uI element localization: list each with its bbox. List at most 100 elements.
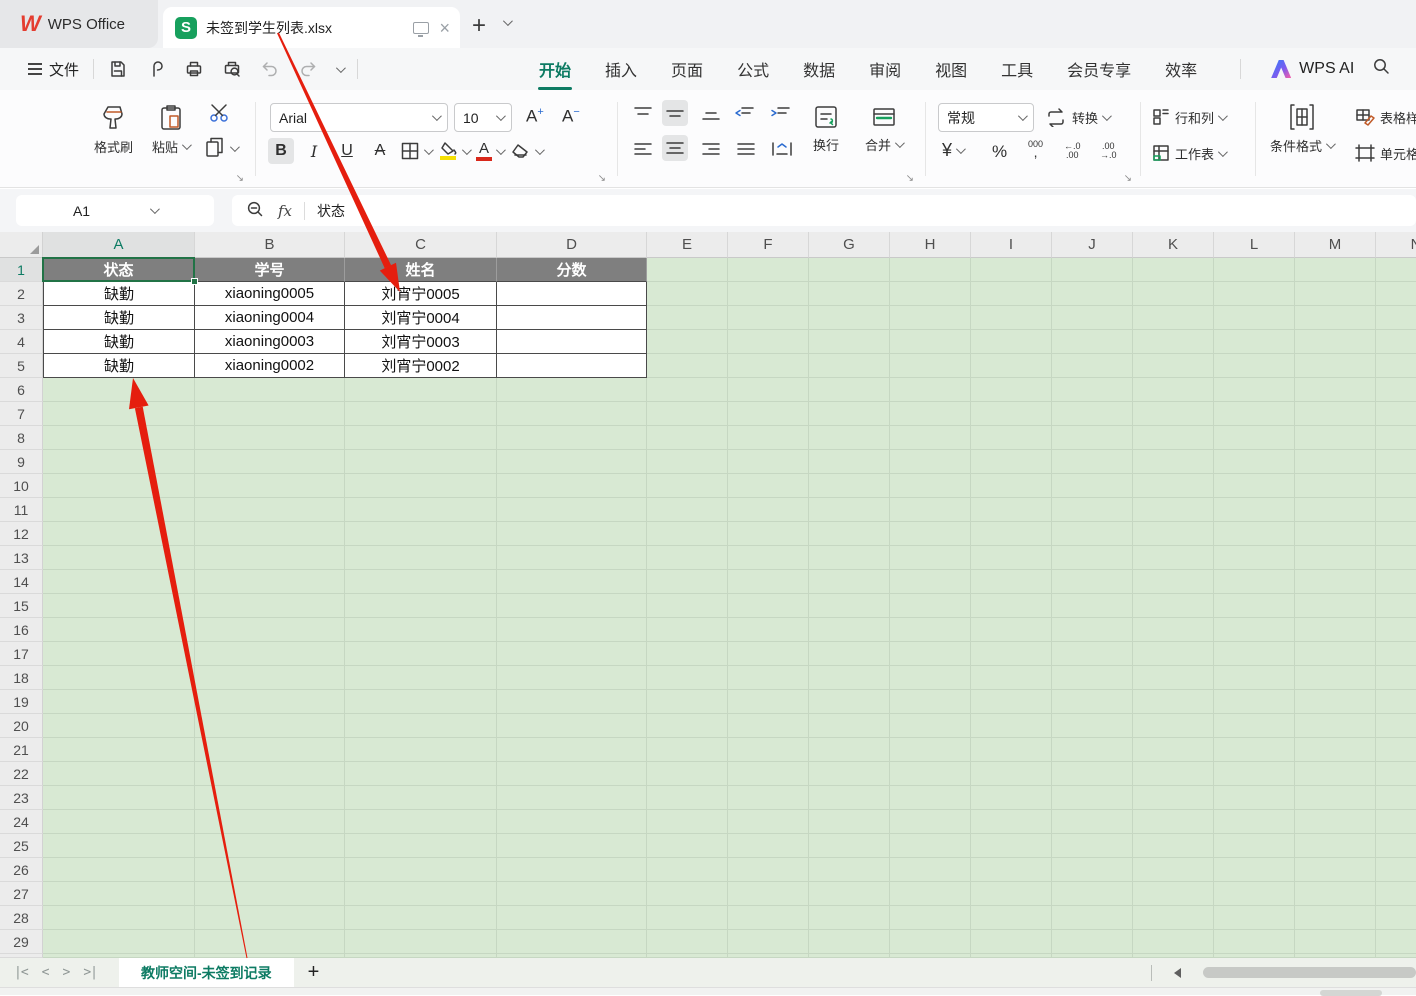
row-header-7[interactable]: 7 [0,402,43,426]
cell-B23[interactable] [195,786,345,810]
cell-E5[interactable] [647,354,728,378]
cell-F20[interactable] [728,714,809,738]
row-header-12[interactable]: 12 [0,522,43,546]
cell-G14[interactable] [809,570,890,594]
sheet-tab-active[interactable]: 教师空间-未签到记录 [119,958,294,987]
cell-J15[interactable] [1052,594,1133,618]
copy-button[interactable] [204,136,237,160]
column-header-N[interactable]: N [1376,232,1416,258]
cell-K5[interactable] [1133,354,1214,378]
cell-E25[interactable] [647,834,728,858]
cell-H8[interactable] [890,426,971,450]
cell-B3[interactable]: xiaoning0004 [195,306,345,330]
cell-C26[interactable] [345,858,497,882]
row-header-23[interactable]: 23 [0,786,43,810]
cell-J6[interactable] [1052,378,1133,402]
column-header-J[interactable]: J [1052,232,1133,258]
cell-I20[interactable] [971,714,1052,738]
font-dialog-launcher-icon[interactable]: ↘ [598,173,606,184]
cell-I8[interactable] [971,426,1052,450]
paste-button[interactable]: 粘贴 [152,103,189,156]
column-header-L[interactable]: L [1214,232,1295,258]
cell-F10[interactable] [728,474,809,498]
row-header-20[interactable]: 20 [0,714,43,738]
row-header-29[interactable]: 29 [0,930,43,954]
convert-button[interactable]: 转换 [1044,107,1109,127]
cell-F15[interactable] [728,594,809,618]
export-pdf-icon[interactable] [146,59,166,79]
cell-M10[interactable] [1295,474,1376,498]
cell-C28[interactable] [345,906,497,930]
align-middle-icon[interactable] [662,100,688,126]
cell-I18[interactable] [971,666,1052,690]
cell-E17[interactable] [647,642,728,666]
cell-G12[interactable] [809,522,890,546]
cell-J21[interactable] [1052,738,1133,762]
cell-J26[interactable] [1052,858,1133,882]
cell-F9[interactable] [728,450,809,474]
cell-F21[interactable] [728,738,809,762]
cell-D1[interactable]: 分数 [497,258,647,282]
cell-G20[interactable] [809,714,890,738]
row-header-26[interactable]: 26 [0,858,43,882]
cell-E15[interactable] [647,594,728,618]
cell-B18[interactable] [195,666,345,690]
cell-H5[interactable] [890,354,971,378]
cell-K24[interactable] [1133,810,1214,834]
row-header-13[interactable]: 13 [0,546,43,570]
cell-L8[interactable] [1214,426,1295,450]
cell-L25[interactable] [1214,834,1295,858]
cell-C14[interactable] [345,570,497,594]
cell-I17[interactable] [971,642,1052,666]
cell-N3[interactable] [1376,306,1416,330]
cell-H29[interactable] [890,930,971,954]
cell-J17[interactable] [1052,642,1133,666]
cell-A14[interactable] [43,570,195,594]
cell-I14[interactable] [971,570,1052,594]
cell-C12[interactable] [345,522,497,546]
print-icon[interactable] [184,59,204,79]
cell-K28[interactable] [1133,906,1214,930]
cell-M2[interactable] [1295,282,1376,306]
cell-B25[interactable] [195,834,345,858]
cell-A20[interactable] [43,714,195,738]
row-header-8[interactable]: 8 [0,426,43,450]
cell-B9[interactable] [195,450,345,474]
cell-K17[interactable] [1133,642,1214,666]
ribbon-tab-开始[interactable]: 开始 [522,49,588,89]
cell-E23[interactable] [647,786,728,810]
cell-N2[interactable] [1376,282,1416,306]
cell-C27[interactable] [345,882,497,906]
cell-J19[interactable] [1052,690,1133,714]
cell-E8[interactable] [647,426,728,450]
select-all-corner[interactable] [0,232,43,258]
cell-E7[interactable] [647,402,728,426]
cell-K21[interactable] [1133,738,1214,762]
cell-J4[interactable] [1052,330,1133,354]
cell-N28[interactable] [1376,906,1416,930]
cell-F2[interactable] [728,282,809,306]
cell-M25[interactable] [1295,834,1376,858]
underline-button[interactable]: U [334,138,360,164]
cell-L10[interactable] [1214,474,1295,498]
cell-N24[interactable] [1376,810,1416,834]
cell-H4[interactable] [890,330,971,354]
cell-C8[interactable] [345,426,497,450]
font-name-combo[interactable]: Arial [270,103,448,132]
cell-J22[interactable] [1052,762,1133,786]
cell-I19[interactable] [971,690,1052,714]
cell-C6[interactable] [345,378,497,402]
cell-L13[interactable] [1214,546,1295,570]
cell-G27[interactable] [809,882,890,906]
row-header-21[interactable]: 21 [0,738,43,762]
cell-G22[interactable] [809,762,890,786]
row-header-3[interactable]: 3 [0,306,43,330]
wrap-text-button[interactable]: 换行 [812,103,840,154]
cell-I4[interactable] [971,330,1052,354]
cell-N9[interactable] [1376,450,1416,474]
cell-M8[interactable] [1295,426,1376,450]
cell-I13[interactable] [971,546,1052,570]
number-format-combo[interactable]: 常规 [938,103,1034,132]
cell-H21[interactable] [890,738,971,762]
cell-A27[interactable] [43,882,195,906]
